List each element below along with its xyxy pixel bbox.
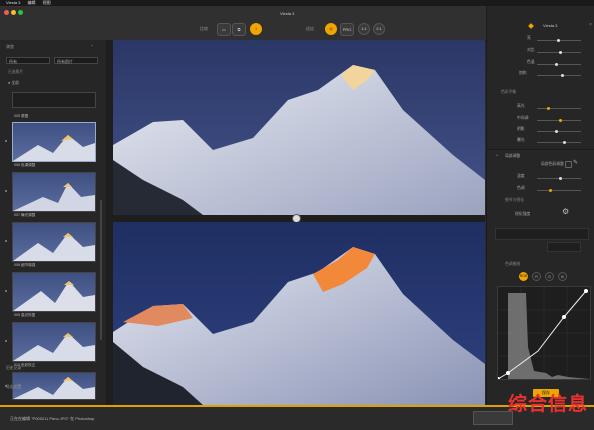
compare-label: 比较 xyxy=(200,26,208,31)
basic-slider-3[interactable] xyxy=(537,74,581,77)
flag-icon xyxy=(5,290,7,292)
local-label-1: 色调 xyxy=(517,186,525,190)
value-field[interactable] xyxy=(495,228,589,240)
group-label: 已选照片 xyxy=(8,70,24,74)
cb-label-1: 中间调 xyxy=(517,116,529,120)
thumbnail-1[interactable] xyxy=(12,122,96,162)
section-local[interactable]: 局部调整 xyxy=(505,154,520,159)
thumbnail-6[interactable] xyxy=(12,372,96,400)
basic-label-2: 色温 xyxy=(527,60,535,64)
minimize-window-button[interactable] xyxy=(11,10,16,15)
section-curve[interactable]: 色调曲线 xyxy=(505,262,520,267)
sharpen-label: 锐化强度 xyxy=(515,212,531,216)
zoom-window-button[interactable] xyxy=(18,10,23,15)
thumbnail-label: 009 高光恢复 xyxy=(14,313,36,317)
cb-label-3: 曝光 xyxy=(517,138,525,142)
flag-icon xyxy=(5,240,7,242)
sort-label[interactable]: ● 全部 xyxy=(8,81,19,86)
thumbnail-label: 008 细节增强 xyxy=(14,263,36,267)
flag-icon xyxy=(5,140,7,142)
thumbnail-3[interactable] xyxy=(12,222,96,262)
zoom-2to1-button[interactable]: 2:1 xyxy=(373,23,385,35)
divider xyxy=(487,149,594,150)
fit-zoom-button[interactable]: ◎ xyxy=(325,23,337,35)
basic-slider-0[interactable] xyxy=(537,39,581,42)
menu-edit[interactable]: 编辑 xyxy=(28,0,36,5)
basic-label-1: 对比 xyxy=(527,48,535,52)
thumbnail-0[interactable] xyxy=(12,92,96,108)
export-section[interactable]: 导出设置 xyxy=(6,385,21,390)
after-image xyxy=(113,222,485,405)
thumbnail-4[interactable] xyxy=(12,272,96,312)
close-window-button[interactable] xyxy=(4,10,9,15)
local-label-0: 温度 xyxy=(517,174,525,178)
value-field-2[interactable] xyxy=(547,242,581,252)
watermark-text: 综合信息 xyxy=(507,393,588,415)
expand-icon[interactable]: ⌄ xyxy=(495,152,499,158)
thumbnail-label: 006 色调调整 xyxy=(14,163,36,167)
thumbnail-label: 005 原图 xyxy=(14,114,29,118)
close-panel-icon[interactable]: × xyxy=(589,22,592,28)
filter-select-a[interactable]: 所有 xyxy=(6,57,50,64)
gear-icon[interactable]: ⚙ xyxy=(562,207,569,216)
history-section[interactable]: 历史记录 xyxy=(6,366,21,371)
menu-view[interactable]: 视图 xyxy=(43,0,51,5)
thumbnail-2[interactable] xyxy=(12,172,96,212)
pro-button[interactable]: PRO xyxy=(340,23,354,36)
filter-select-b[interactable]: 所有照片 xyxy=(54,57,98,64)
zoom-1to1-button[interactable]: 1:1 xyxy=(358,23,370,35)
pen-icon[interactable]: ✎ xyxy=(573,159,578,166)
section-detail[interactable]: 细节与锐化 xyxy=(505,198,524,203)
local-subtitle: 局部色彩调整 xyxy=(541,162,564,166)
flag-icon xyxy=(5,340,7,342)
left-browser-panel: 浏览 ⌄ 所有 所有照片 已选照片 ● 全部 005 原图 006 色调调整 0… xyxy=(0,40,107,405)
side-by-side-button[interactable]: ⧉ xyxy=(232,23,246,36)
before-image xyxy=(113,40,485,215)
badge-icon xyxy=(528,23,534,29)
zoom-label: 适应 xyxy=(306,26,314,31)
toggle-icon[interactable] xyxy=(565,161,572,168)
split-view-button[interactable]: ▭ xyxy=(217,23,231,36)
status-text: 正在在编辑 "P005211 Pano.JPG" 在 Photoshop xyxy=(10,416,95,421)
local-slider-0[interactable] xyxy=(537,177,581,180)
cb-slider-2[interactable] xyxy=(537,130,581,133)
basic-slider-1[interactable] xyxy=(537,51,581,54)
curve-rgb-button[interactable]: RGB xyxy=(519,272,528,281)
left-scrollbar[interactable] xyxy=(100,200,102,340)
collapse-icon[interactable]: ⌄ xyxy=(90,42,94,48)
curve-r-button[interactable]: R xyxy=(532,272,541,281)
panel-title: Viesta 3 xyxy=(543,23,558,28)
status-bar: 正在在编辑 "P005211 Pano.JPG" 在 Photoshop xyxy=(0,405,594,430)
curve-b-button[interactable]: B xyxy=(558,272,567,281)
basic-label-0: 亮 xyxy=(527,36,531,40)
tone-curve-graph[interactable] xyxy=(496,286,591,381)
cb-label-2: 阴影 xyxy=(517,127,525,131)
cb-slider-3[interactable] xyxy=(537,141,581,144)
cb-slider-0[interactable] xyxy=(537,107,581,110)
section-color-balance[interactable]: 色彩平衡 xyxy=(501,90,516,95)
cb-slider-1[interactable] xyxy=(537,119,581,122)
orange-mode-button[interactable]: ↕ xyxy=(250,23,262,35)
right-adjust-panel: Viesta 3 × 亮 对比 色温 饱和 色彩平衡 高光 中间调 阴影 曝光 … xyxy=(486,6,594,405)
basic-slider-2[interactable] xyxy=(537,63,581,66)
curve-g-button[interactable]: G xyxy=(545,272,554,281)
menu-app[interactable]: Viesta 3 xyxy=(6,0,20,5)
local-slider-1[interactable] xyxy=(537,189,581,192)
basic-label-3: 饱和 xyxy=(519,71,527,75)
browse-title: 浏览 xyxy=(6,44,14,49)
thumbnail-label: 007 曝光调整 xyxy=(14,213,36,217)
flag-icon xyxy=(5,190,7,192)
cb-label-0: 高光 xyxy=(517,104,525,108)
thumbnail-5[interactable] xyxy=(12,322,96,362)
window-title: Viesta 3 xyxy=(280,11,295,16)
